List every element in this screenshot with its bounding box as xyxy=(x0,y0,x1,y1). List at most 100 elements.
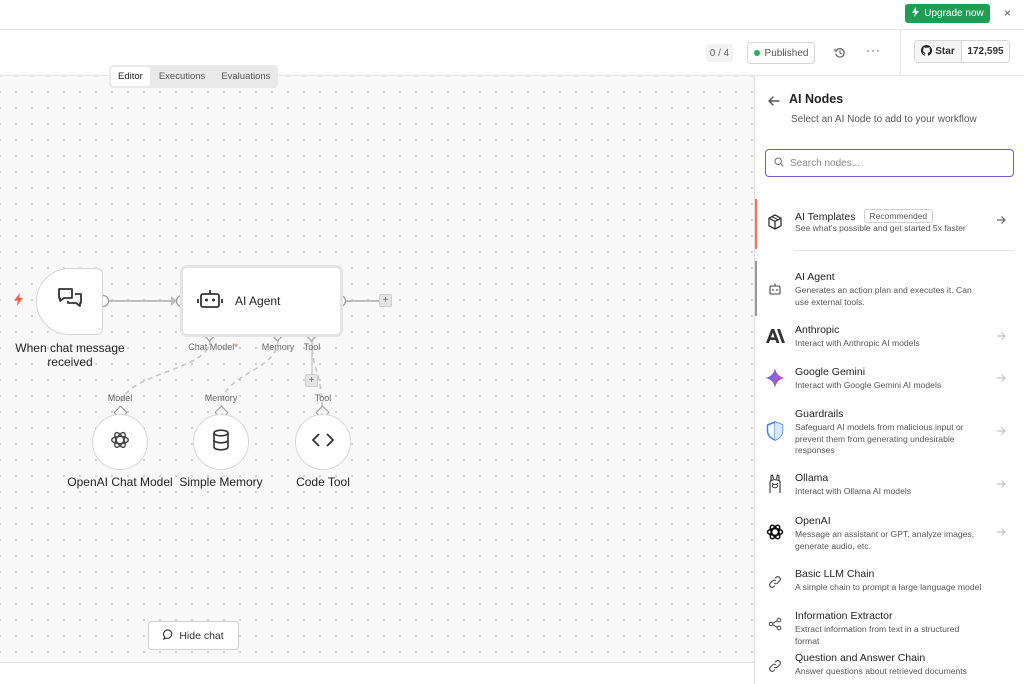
ai-templates-desc: See what's possible and get started 5x f… xyxy=(795,223,966,233)
node-item-ai-agent[interactable]: AI Agent Generates an action plan and ex… xyxy=(755,270,1024,310)
arrow-right-icon xyxy=(996,426,1006,439)
node-item-desc: Interact with Google Gemini AI models xyxy=(795,380,942,390)
ai-nodes-panel: AI Nodes Select an AI Node to add to you… xyxy=(754,76,1024,684)
upgrade-button[interactable]: Upgrade now xyxy=(905,4,990,23)
recommended-badge: Recommended xyxy=(863,209,934,223)
node-item-basic-llm-chain[interactable]: Basic LLM Chain A simple chain to prompt… xyxy=(755,568,1024,598)
github-star-count: 172,595 xyxy=(967,46,1004,57)
published-label: Published xyxy=(764,47,809,59)
anthropic-icon xyxy=(764,325,786,347)
search-input[interactable] xyxy=(790,157,990,169)
gemini-icon xyxy=(764,367,786,389)
ai-templates-item[interactable]: AI Templates Recommended See what's possi… xyxy=(755,199,1024,249)
node-item-desc: Safeguard AI models from malicious input… xyxy=(795,422,964,455)
node-item-title: OpenAI xyxy=(795,515,831,527)
chat-bubbles-icon xyxy=(56,286,84,317)
openai-icon xyxy=(109,429,131,456)
github-star-button[interactable]: Star xyxy=(915,41,962,62)
node-item-title: Information Extractor xyxy=(795,610,893,622)
simple-memory-node[interactable] xyxy=(193,414,249,470)
sub-port-label-memory: Memory xyxy=(204,393,238,403)
node-item-openai[interactable]: OpenAI Message an assistant or GPT, anal… xyxy=(755,514,1024,554)
github-star-widget[interactable]: Star 172,595 xyxy=(914,40,1010,63)
node-item-guardrails[interactable]: Guardrails Safeguard AI models from mali… xyxy=(755,408,1024,458)
github-star-label: Star xyxy=(935,46,955,57)
node-item-title: AI Agent xyxy=(795,271,835,283)
robot-icon xyxy=(764,278,786,300)
arrow-right-icon xyxy=(996,373,1006,386)
node-item-desc: Answer questions about retrieved documen… xyxy=(795,666,967,676)
section-divider xyxy=(794,250,1014,251)
node-item-desc: Interact with Anthropic AI models xyxy=(795,338,920,348)
search-icon xyxy=(774,154,784,172)
node-item-ollama[interactable]: Ollama Interact with Ollama AI models xyxy=(755,472,1024,502)
node-item-desc: Message an assistant or GPT, analyze ima… xyxy=(795,529,975,551)
link-icon xyxy=(764,655,786,677)
sub-port-label-model: Model xyxy=(107,393,133,403)
node-item-google-gemini[interactable]: Google Gemini Interact with Google Gemin… xyxy=(755,366,1024,396)
node-item-desc: A simple chain to prompt a large languag… xyxy=(795,582,982,592)
add-tool-button[interactable]: + xyxy=(305,374,318,387)
github-icon xyxy=(921,44,933,59)
more-options-icon[interactable]: ··· xyxy=(866,43,881,57)
hide-chat-label: Hide chat xyxy=(179,629,224,642)
template-accent-bar xyxy=(755,199,757,249)
ai-agent-node[interactable]: AI Agent xyxy=(180,265,343,337)
published-button[interactable]: Published xyxy=(747,42,815,64)
node-item-question-and-answer-chain[interactable]: Question and Answer Chain Answer questio… xyxy=(755,652,1024,682)
port-label-tool: Tool xyxy=(303,342,321,352)
node-item-desc: Generates an action plan and executes it… xyxy=(795,285,972,307)
link-icon xyxy=(764,571,786,593)
panel-title: AI Nodes xyxy=(789,92,844,106)
upgrade-label: Upgrade now xyxy=(924,8,984,19)
simple-memory-label: Simple Memory xyxy=(179,475,263,489)
arrow-right-icon xyxy=(996,331,1006,344)
header-divider xyxy=(900,30,901,76)
history-icon[interactable] xyxy=(831,44,849,62)
robot-icon xyxy=(197,288,223,315)
tab-editor[interactable]: Editor xyxy=(111,67,150,86)
chat-trigger-node[interactable] xyxy=(36,268,103,335)
node-item-desc: Extract information from text in a struc… xyxy=(795,624,960,646)
box-icon xyxy=(764,211,786,233)
node-item-anthropic[interactable]: Anthropic Interact with Anthropic AI mod… xyxy=(755,324,1024,354)
canvas-footer xyxy=(0,662,754,684)
tab-evaluations[interactable]: Evaluations xyxy=(214,67,277,86)
code-tool-node[interactable] xyxy=(295,414,351,470)
database-icon xyxy=(211,428,231,456)
arrow-right-icon xyxy=(996,527,1006,540)
openai-chat-model-node[interactable] xyxy=(92,414,148,470)
panel-subtitle: Select an AI Node to add to your workflo… xyxy=(791,114,977,125)
trigger-bolt-icon xyxy=(13,293,24,309)
node-item-title: Question and Answer Chain xyxy=(795,652,926,664)
node-item-desc: Interact with Ollama AI models xyxy=(795,486,912,496)
chat-bubble-icon xyxy=(163,628,174,643)
openai-chat-model-label: OpenAI Chat Model xyxy=(67,475,173,489)
workflow-canvas[interactable] xyxy=(0,76,754,662)
port-label-memory: Memory xyxy=(261,342,295,352)
openai-icon xyxy=(764,521,786,543)
extractor-icon xyxy=(764,613,786,635)
close-icon[interactable]: × xyxy=(1004,6,1011,20)
back-arrow-icon[interactable] xyxy=(767,94,781,108)
ai-agent-label: AI Agent xyxy=(235,294,281,308)
tab-executions[interactable]: Executions xyxy=(152,67,212,86)
arrow-right-icon xyxy=(996,479,1006,492)
node-item-information-extractor[interactable]: Information Extractor Extract informatio… xyxy=(755,610,1024,646)
top-banner: Upgrade now × xyxy=(0,0,1024,30)
code-icon xyxy=(312,432,334,453)
bolt-icon xyxy=(911,7,920,20)
node-item-title: Guardrails xyxy=(795,408,844,420)
add-next-node-button[interactable]: + xyxy=(379,294,392,307)
node-item-title: Google Gemini xyxy=(795,366,866,378)
node-item-title: Basic LLM Chain xyxy=(795,568,875,580)
view-tabs: Editor Executions Evaluations xyxy=(109,65,278,88)
shield-icon xyxy=(764,420,786,442)
hide-chat-button[interactable]: Hide chat xyxy=(148,621,239,650)
port-label-chat-model: Chat Model* xyxy=(188,342,238,352)
version-counter: 0 / 4 xyxy=(706,44,733,62)
search-box[interactable] xyxy=(765,149,1014,177)
sub-port-label-tool: Tool xyxy=(314,393,332,403)
ollama-icon xyxy=(764,473,786,495)
ai-templates-title: AI Templates Recommended xyxy=(795,209,934,223)
